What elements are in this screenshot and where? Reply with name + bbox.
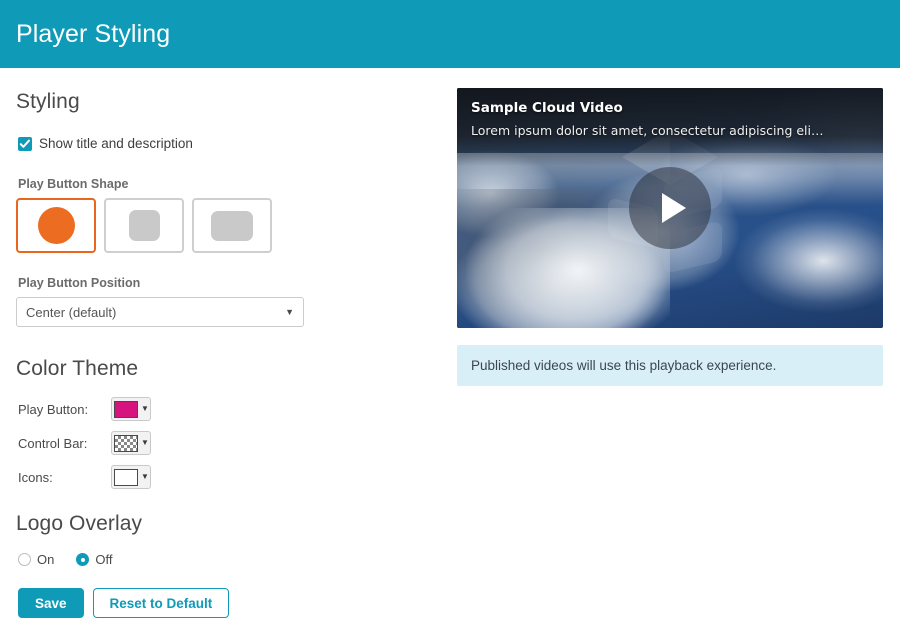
logo-overlay-radio-group: On Off xyxy=(18,552,424,567)
rounded-square-shape-icon xyxy=(128,210,160,241)
logo-overlay-label-off: Off xyxy=(95,552,113,567)
color-swatch-play-button xyxy=(114,400,138,418)
chevron-down-icon: ▼ xyxy=(141,438,149,447)
shape-option-circle[interactable] xyxy=(16,198,96,253)
app-header: Player Styling xyxy=(0,0,900,68)
color-row-play-button: Play Button: ▼ xyxy=(16,397,424,421)
logo-overlay-section-heading: Logo Overlay xyxy=(16,512,143,535)
color-picker-icons[interactable]: ▼ xyxy=(111,465,151,489)
play-icon xyxy=(662,193,686,223)
styling-section-heading: Styling xyxy=(16,90,80,113)
play-button-position-value: Center (default) xyxy=(26,304,117,320)
video-play-button[interactable] xyxy=(629,167,711,249)
video-title-overlay: Sample Cloud Video Lorem ipsum dolor sit… xyxy=(457,88,883,166)
reset-to-default-button[interactable]: Reset to Default xyxy=(92,588,230,618)
color-picker-play-button[interactable]: ▼ xyxy=(111,397,151,421)
page-title: Player Styling xyxy=(16,19,171,48)
play-button-shape-options xyxy=(16,198,424,253)
page-body: Styling Show title and description Play … xyxy=(0,68,900,618)
radio-button-on[interactable] xyxy=(18,553,31,566)
play-button-position-label: Play Button Position xyxy=(18,276,141,290)
show-title-checkbox-row[interactable]: Show title and description xyxy=(18,136,424,151)
chevron-down-icon: ▼ xyxy=(285,307,294,317)
video-description: Lorem ipsum dolor sit amet, consectetur … xyxy=(471,123,824,138)
form-actions: Save Reset to Default xyxy=(18,588,424,618)
show-title-checkbox[interactable] xyxy=(18,136,32,151)
shape-option-rounded-square[interactable] xyxy=(104,198,184,253)
color-row-icons: Icons: ▼ xyxy=(16,465,424,489)
color-label-play-button: Play Button: xyxy=(18,401,89,417)
logo-overlay-radio-off[interactable]: Off xyxy=(76,552,112,567)
radio-button-off[interactable] xyxy=(76,553,90,566)
color-theme-section-heading: Color Theme xyxy=(16,357,139,380)
color-swatch-control-bar xyxy=(114,434,138,452)
preview-panel: Sample Cloud Video Lorem ipsum dolor sit… xyxy=(440,68,900,386)
color-swatch-icons xyxy=(114,468,138,486)
show-title-checkbox-label: Show title and description xyxy=(39,136,193,151)
color-row-control-bar: Control Bar: ▼ xyxy=(16,431,424,455)
color-label-control-bar: Control Bar: xyxy=(18,435,88,451)
save-button[interactable]: Save xyxy=(18,588,84,618)
logo-overlay-radio-on[interactable]: On xyxy=(18,552,54,567)
settings-panel: Styling Show title and description Play … xyxy=(0,68,440,618)
chevron-down-icon: ▼ xyxy=(141,404,149,413)
color-label-icons: Icons: xyxy=(18,469,53,485)
shape-option-rounded-rectangle[interactable] xyxy=(192,198,272,253)
color-picker-control-bar[interactable]: ▼ xyxy=(111,431,151,455)
rounded-rectangle-shape-icon xyxy=(211,210,253,241)
play-button-position-select[interactable]: Center (default) ▼ xyxy=(16,297,304,327)
preview-notice: Published videos will use this playback … xyxy=(457,345,883,386)
video-title: Sample Cloud Video xyxy=(471,100,623,116)
play-button-shape-label: Play Button Shape xyxy=(18,177,129,191)
logo-overlay-label-on: On xyxy=(37,552,55,567)
chevron-down-icon: ▼ xyxy=(141,472,149,481)
circle-shape-icon xyxy=(37,207,75,244)
video-preview[interactable]: Sample Cloud Video Lorem ipsum dolor sit… xyxy=(457,88,883,328)
